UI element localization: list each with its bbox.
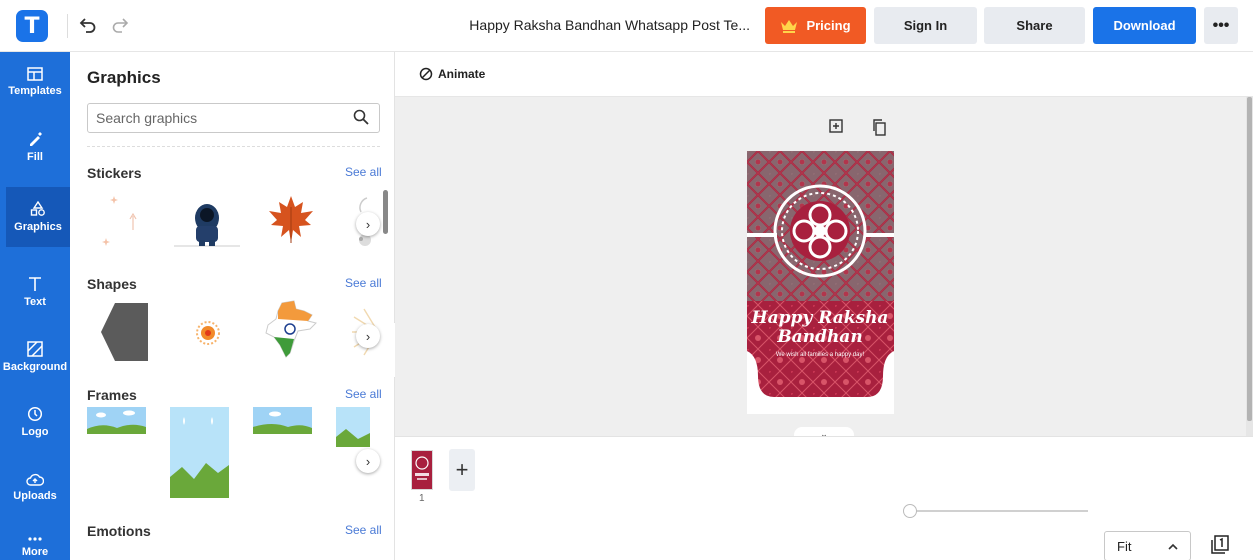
sticker-sparkles[interactable] bbox=[98, 190, 138, 252]
uploads-icon bbox=[26, 473, 44, 486]
frames-next-arrow-icon[interactable]: › bbox=[356, 449, 380, 473]
redo-icon[interactable] bbox=[109, 14, 131, 36]
sticker-maple-leaf[interactable] bbox=[265, 193, 317, 245]
design-headline-1: Happy Raksha bbox=[751, 308, 889, 328]
sticker-astronaut[interactable] bbox=[174, 198, 240, 250]
pricing-label: Pricing bbox=[806, 18, 851, 33]
pages-strip: 1 + Fit bbox=[395, 436, 1253, 560]
more-options-button[interactable]: ••• bbox=[1204, 7, 1238, 44]
left-rail: Templates Fill Graphics Text Background … bbox=[0, 52, 70, 560]
document-title[interactable]: Happy Raksha Bandhan Whatsapp Post Te... bbox=[440, 17, 750, 33]
frame-partial[interactable] bbox=[336, 407, 370, 447]
app-logo[interactable]: T bbox=[16, 10, 48, 42]
page-thumbnail[interactable] bbox=[411, 450, 433, 490]
section-title-emotions: Emotions bbox=[87, 523, 151, 539]
design-headline-2: Bandhan bbox=[776, 327, 862, 347]
see-all-frames-link[interactable]: See all bbox=[345, 387, 382, 401]
zoom-slider-track[interactable] bbox=[912, 510, 1088, 512]
graphics-icon bbox=[30, 201, 45, 216]
rail-label: Background bbox=[2, 361, 68, 373]
rail-item-background[interactable]: Background bbox=[0, 327, 70, 387]
templates-icon bbox=[27, 67, 43, 81]
animate-label: Animate bbox=[438, 67, 486, 81]
rail-item-uploads[interactable]: Uploads bbox=[0, 457, 70, 517]
shape-hexagon[interactable] bbox=[100, 302, 150, 362]
shape-rakhi-flower[interactable] bbox=[193, 318, 223, 348]
add-page-icon[interactable] bbox=[828, 118, 844, 134]
canvas-scroll-thumb[interactable] bbox=[1247, 97, 1252, 421]
editor-toolbar: Animate bbox=[395, 52, 1253, 97]
panel-scrollbar[interactable] bbox=[383, 190, 388, 234]
shapes-next-arrow-icon[interactable]: › bbox=[356, 324, 380, 348]
share-label: Share bbox=[1016, 18, 1053, 33]
design-subtext: We wish all families a happy day! bbox=[776, 352, 865, 358]
rail-item-fill[interactable]: Fill bbox=[0, 117, 70, 177]
rail-label: Templates bbox=[8, 85, 62, 97]
undo-icon[interactable] bbox=[77, 14, 99, 36]
canvas-scrollbar[interactable] bbox=[1246, 97, 1253, 436]
stickers-next-arrow-icon[interactable]: › bbox=[356, 212, 380, 236]
section-title-stickers: Stickers bbox=[87, 165, 142, 181]
see-all-shapes-link[interactable]: See all bbox=[345, 276, 382, 290]
rail-label: Fill bbox=[27, 151, 43, 163]
top-bar: T Happy Raksha Bandhan Whatsapp Post Te.… bbox=[0, 0, 1253, 52]
download-label: Download bbox=[1113, 18, 1176, 33]
frame-landscape-1[interactable] bbox=[87, 407, 146, 434]
chevron-up-icon bbox=[1168, 543, 1178, 550]
see-all-stickers-link[interactable]: See all bbox=[345, 165, 382, 179]
text-icon bbox=[29, 277, 41, 291]
duplicate-page-icon[interactable] bbox=[871, 118, 887, 136]
crown-icon bbox=[781, 19, 798, 33]
section-title-shapes: Shapes bbox=[87, 276, 137, 292]
divider bbox=[67, 14, 68, 38]
frame-portrait-hills[interactable] bbox=[170, 407, 229, 498]
zoom-value: Fit bbox=[1117, 538, 1132, 554]
download-button[interactable]: Download bbox=[1093, 7, 1196, 44]
more-icon bbox=[28, 537, 42, 541]
sign-in-button[interactable]: Sign In bbox=[874, 7, 977, 44]
animate-icon bbox=[419, 67, 433, 81]
graphics-panel: Graphics Stickers See all › bbox=[70, 52, 395, 560]
search-icon[interactable] bbox=[353, 109, 369, 125]
rail-item-more[interactable]: More bbox=[0, 517, 70, 560]
add-page-button[interactable]: + bbox=[449, 449, 475, 491]
rail-label: Graphics bbox=[14, 221, 62, 233]
rail-item-text[interactable]: Text bbox=[0, 262, 70, 322]
page-view-icon[interactable] bbox=[1210, 535, 1230, 555]
share-button[interactable]: Share bbox=[984, 7, 1085, 44]
design-canvas[interactable]: Happy Raksha Bandhan We wish all familie… bbox=[747, 151, 894, 414]
background-icon bbox=[27, 341, 43, 357]
rail-item-templates[interactable]: Templates bbox=[0, 52, 70, 112]
panel-title: Graphics bbox=[87, 68, 161, 87]
page-number: 1 bbox=[419, 493, 425, 504]
rail-label: Text bbox=[24, 296, 46, 308]
rail-label: Logo bbox=[21, 426, 49, 438]
pricing-button[interactable]: Pricing bbox=[765, 7, 866, 44]
zoom-select[interactable]: Fit bbox=[1104, 531, 1191, 560]
search-input[interactable] bbox=[87, 103, 380, 133]
rail-item-logo[interactable]: Logo bbox=[0, 392, 70, 452]
frame-landscape-2[interactable] bbox=[253, 407, 312, 434]
rail-label: Uploads bbox=[13, 490, 57, 502]
rail-label: More bbox=[21, 546, 49, 558]
fill-icon bbox=[30, 132, 42, 146]
divider bbox=[87, 146, 380, 147]
rail-item-graphics[interactable]: Graphics bbox=[6, 187, 70, 247]
sign-in-label: Sign In bbox=[903, 18, 948, 33]
more-dots-icon: ••• bbox=[1212, 16, 1230, 34]
zoom-slider-handle[interactable] bbox=[903, 504, 917, 518]
animate-button[interactable]: Animate bbox=[419, 67, 485, 81]
see-all-emotions-link[interactable]: See all bbox=[345, 523, 382, 537]
rakhi-design-artwork: Happy Raksha Bandhan We wish all familie… bbox=[747, 151, 894, 414]
section-title-frames: Frames bbox=[87, 387, 137, 403]
logo-icon bbox=[27, 406, 43, 422]
shape-india-map[interactable] bbox=[260, 299, 322, 361]
app: T Happy Raksha Bandhan Whatsapp Post Te.… bbox=[0, 0, 1253, 560]
